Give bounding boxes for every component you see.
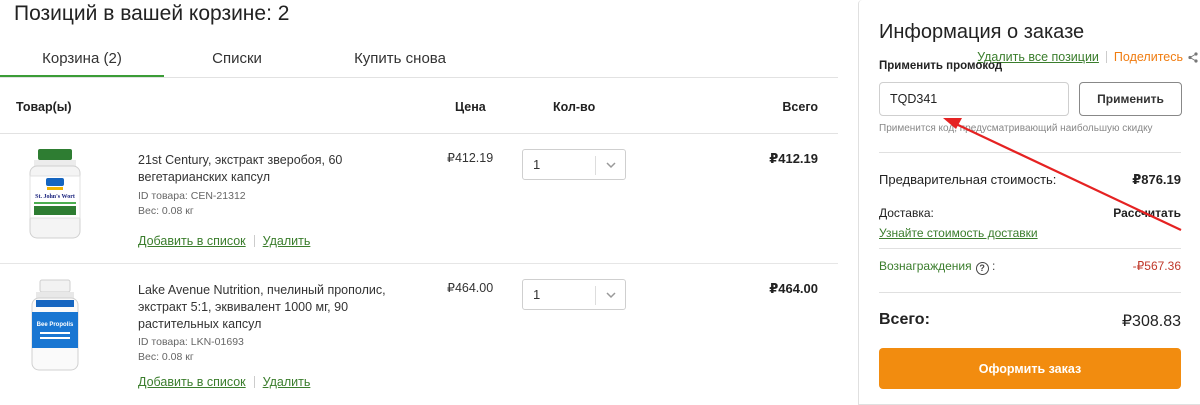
order-summary-title: Информация о заказе (879, 21, 1085, 43)
column-price: Цена (455, 100, 486, 114)
product-actions: Добавить в список Удалить (138, 234, 310, 248)
apply-promo-button[interactable]: Применить (1079, 82, 1182, 116)
tab-cart[interactable]: Корзина (2) (0, 48, 164, 78)
tab-buy-again[interactable]: Купить снова (330, 48, 470, 78)
quantity-select[interactable]: 1 (522, 279, 626, 310)
product-meta: ID товара: CEN-21312 Вес: 0.08 кг (138, 189, 246, 219)
product-name[interactable]: 21st Century, экстракт зверобоя, 60 веге… (138, 152, 428, 186)
column-product: Товар(ы) (16, 100, 72, 114)
divider (595, 286, 596, 305)
product-image-label: St. John's Wort (35, 194, 75, 200)
delivery-row: Доставка: Рассчитать (879, 206, 1181, 220)
subtotal-row: Предварительная стоимость: ₽876.19 (879, 172, 1181, 187)
subtotal-label: Предварительная стоимость: (879, 172, 1057, 187)
column-qty: Кол-во (553, 100, 596, 114)
add-to-list-link[interactable]: Добавить в список (138, 234, 246, 248)
divider (253, 376, 255, 388)
promo-code-input[interactable] (879, 82, 1069, 116)
promo-hint: Применится код, предусматривающий наибол… (879, 123, 1153, 134)
delivery-cost-link[interactable]: Узнайте стоимость доставки (879, 226, 1038, 240)
question-icon[interactable]: ? (975, 262, 989, 275)
product-id: ID товара: CEN-21312 (138, 190, 246, 202)
quantity-value: 1 (533, 157, 541, 172)
divider (879, 248, 1181, 249)
delivery-label: Доставка: (879, 206, 934, 220)
delivery-link-row: Узнайте стоимость доставки (879, 226, 1181, 240)
checkout-button[interactable]: Оформить заказ (879, 348, 1181, 389)
rewards-row: Вознаграждения? : -₽567.36 (879, 259, 1181, 275)
remove-item-link[interactable]: Удалить (263, 375, 311, 389)
product-name[interactable]: Lake Avenue Nutrition, пчелиный прополис… (138, 282, 428, 333)
chevron-down-icon (606, 162, 616, 169)
add-to-list-link[interactable]: Добавить в список (138, 375, 246, 389)
remove-item-link[interactable]: Удалить (263, 234, 311, 248)
rewards-label: Вознаграждения (879, 259, 972, 273)
product-meta: ID товара: LKN-01693 Вес: 0.08 кг (138, 335, 244, 365)
cart-title: Позиций в вашей корзине: 2 (14, 2, 290, 25)
product-weight: Вес: 0.08 кг (138, 351, 194, 363)
product-total: ₽464.00 (769, 281, 818, 296)
column-total: Всего (782, 100, 818, 114)
grand-total-row: Всего: ₽308.83 (879, 311, 1181, 330)
product-id: ID товара: LKN-01693 (138, 336, 244, 348)
product-image-bee-propolis[interactable]: Bee Propolis (20, 276, 90, 376)
divider (879, 292, 1181, 293)
cart-row: Bee Propolis Lake Avenue Nutrition, пчел… (0, 264, 838, 405)
divider (253, 235, 255, 247)
product-image-st-johns-wort[interactable]: St. John's Wort (20, 144, 90, 244)
quantity-value: 1 (533, 287, 541, 302)
divider (879, 152, 1181, 153)
product-actions: Добавить в список Удалить (138, 375, 310, 389)
promo-label: Применить промокод (879, 60, 1003, 72)
product-price: ₽464.00 (447, 281, 494, 295)
subtotal-value: ₽876.19 (1132, 172, 1181, 187)
cart-row: St. John's Wort 21st Century, экстракт з… (0, 134, 838, 264)
tab-lists[interactable]: Списки (174, 48, 300, 78)
product-price: ₽412.19 (447, 151, 494, 165)
product-weight: Вес: 0.08 кг (138, 205, 194, 217)
delivery-value[interactable]: Рассчитать (1113, 206, 1181, 220)
chevron-down-icon (606, 292, 616, 299)
product-total: ₽412.19 (769, 151, 818, 166)
order-summary-panel: Информация о заказе Применить промокод П… (858, 0, 1200, 405)
grand-total-label: Всего: (879, 311, 930, 328)
product-image-label: Bee Propolis (37, 322, 74, 328)
grand-total-value: ₽308.83 (1121, 313, 1181, 330)
rewards-value: -₽567.36 (1132, 259, 1181, 273)
quantity-select[interactable]: 1 (522, 149, 626, 180)
tabs-divider (0, 77, 838, 78)
cart-tabs: Корзина (2) Списки Купить снова (0, 48, 840, 78)
divider (595, 156, 596, 175)
cart-table-header: Товар(ы) Цена Кол-во Всего (0, 90, 838, 134)
